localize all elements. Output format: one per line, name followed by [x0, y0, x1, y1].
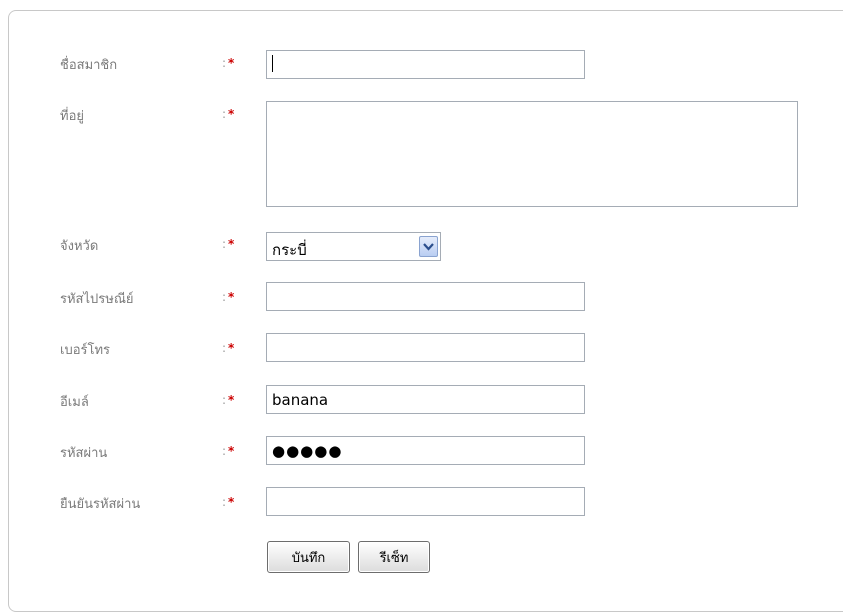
- phone-label: เบอร์โทร: [60, 343, 111, 358]
- email-label: อีเมล์: [60, 395, 89, 410]
- province-colon: : *: [222, 237, 235, 251]
- province-selected-value: กระบี่: [272, 241, 307, 259]
- required-star: *: [228, 290, 235, 304]
- member-name-label: ชื่อสมาชิก: [60, 58, 118, 73]
- required-star: *: [228, 341, 235, 355]
- postal-code-input[interactable]: [266, 282, 585, 311]
- province-label: จังหวัด: [60, 239, 99, 254]
- member-name-input[interactable]: [266, 50, 585, 79]
- phone-colon: : *: [222, 341, 235, 355]
- required-star: *: [228, 495, 235, 509]
- address-colon: : *: [222, 107, 235, 121]
- email-input[interactable]: [266, 385, 585, 414]
- phone-input[interactable]: [266, 333, 585, 362]
- confirm-password-colon: : *: [222, 495, 235, 509]
- confirm-password-input[interactable]: [266, 487, 585, 516]
- postal-code-colon: : *: [222, 290, 235, 304]
- postal-code-label: รหัสไปรษณีย์: [60, 292, 134, 307]
- member-name-colon: : *: [222, 56, 235, 70]
- email-colon: : *: [222, 393, 235, 407]
- required-star: *: [228, 107, 235, 121]
- required-star: *: [228, 393, 235, 407]
- save-button[interactable]: บันทึก: [267, 541, 350, 573]
- address-textarea[interactable]: [266, 101, 798, 207]
- province-select[interactable]: กระบี่: [266, 232, 441, 261]
- chevron-down-icon[interactable]: [419, 236, 438, 257]
- password-label: รหัสผ่าน: [60, 446, 108, 461]
- text-cursor: [272, 55, 273, 72]
- required-star: *: [228, 56, 235, 70]
- password-input[interactable]: [266, 436, 585, 465]
- required-star: *: [228, 444, 235, 458]
- password-colon: : *: [222, 444, 235, 458]
- reset-button[interactable]: รีเซ็ท: [358, 541, 430, 573]
- address-label: ที่อยู่: [60, 109, 84, 124]
- confirm-password-label: ยืนยันรหัสผ่าน: [60, 497, 141, 512]
- required-star: *: [228, 237, 235, 251]
